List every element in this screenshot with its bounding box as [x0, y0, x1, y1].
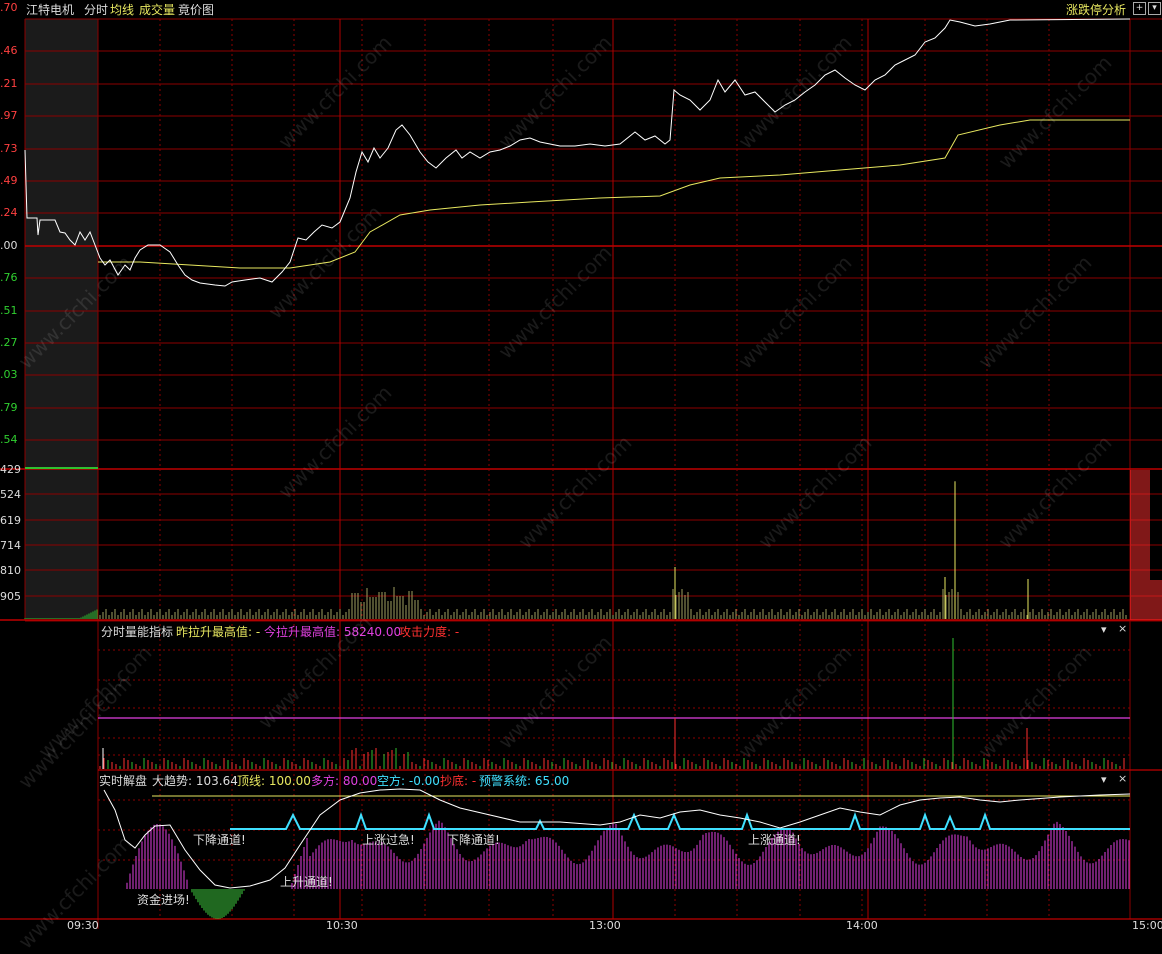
- volume-tick-label: 619: [0, 513, 21, 527]
- indicator1-close-icon[interactable]: ×: [1118, 622, 1127, 635]
- indicator2-short: 空方: -0.00: [377, 774, 440, 788]
- annotation-up-channel-2: 上升通道!: [280, 875, 333, 889]
- grid: [0, 18, 1162, 929]
- volume-tick-label: 429: [0, 463, 21, 476]
- volume-tick-label: 810: [0, 564, 21, 578]
- indicator2-close-icon[interactable]: ×: [1118, 772, 1127, 785]
- indicator2-name: 实时解盘: [99, 774, 148, 788]
- time-tick-label: 09:30: [67, 919, 99, 932]
- volume-bars: [24, 467, 1162, 620]
- price-tick-label: .70: [0, 1, 18, 14]
- price-tick-label: .79: [0, 401, 18, 414]
- volume-tick-label: 714: [0, 538, 21, 552]
- price-tick-label: .49: [0, 174, 18, 187]
- volume-tick-label: 905: [0, 589, 21, 603]
- indicator2-menu-icon[interactable]: ▾: [1101, 773, 1107, 786]
- price-tick-label: .54: [0, 433, 18, 446]
- price-tick-label: .76: [0, 271, 18, 284]
- price-tick-label: .24: [0, 206, 18, 219]
- price-tick-label: .73: [0, 142, 18, 155]
- time-tick-label: 13:00: [589, 919, 621, 932]
- annotation-down-channel-2: 下降通道!: [447, 833, 500, 847]
- annotation-rise-too-fast: 上涨过急!: [362, 833, 415, 847]
- indicator2-trend: 大趋势: 103.64: [152, 774, 238, 788]
- indicator1-field2: 今拉升最高值: 58240.00: [264, 625, 402, 639]
- price-tick-label: .51: [0, 304, 18, 317]
- price-tick-label: .46: [0, 44, 18, 57]
- price-tick-label: .97: [0, 109, 18, 122]
- auction-panel-price: [25, 19, 98, 471]
- volume-tick-label: 524: [0, 488, 21, 502]
- time-tick-label: 10:30: [326, 919, 358, 932]
- price-tick-label: .03: [0, 368, 18, 381]
- indicator1-field1: 昨拉升最高值: -: [176, 625, 261, 639]
- annotation-down-channel-1: 下降通道!: [193, 833, 246, 847]
- time-tick-label: 14:00: [846, 919, 878, 932]
- intraday-chart[interactable]: [0, 0, 1162, 929]
- indicator2-bottom: 抄底: -: [440, 774, 477, 788]
- indicator2-long: 多方: 80.00: [311, 774, 378, 788]
- indicator1-field3: 攻击力度: -: [399, 625, 460, 639]
- indicator2-plot: [103, 788, 1131, 919]
- indicator2-warning: 预警系统: 65.00: [479, 774, 570, 788]
- indicator1-bars: [99, 638, 1125, 769]
- price-tick-label: .27: [0, 336, 18, 349]
- price-tick-label: .00: [0, 239, 18, 252]
- indicator1-menu-icon[interactable]: ▾: [1101, 623, 1107, 636]
- indicator1-name: 分时量能指标: [101, 625, 174, 639]
- price-tick-label: .21: [0, 77, 18, 90]
- time-tick-label: 15:00: [1132, 919, 1162, 932]
- indicator2-top: 顶线: 100.00: [237, 774, 311, 788]
- annotation-funds-in: 资金进场!: [137, 893, 190, 907]
- annotation-up-channel-1: 上涨通道!: [748, 833, 801, 847]
